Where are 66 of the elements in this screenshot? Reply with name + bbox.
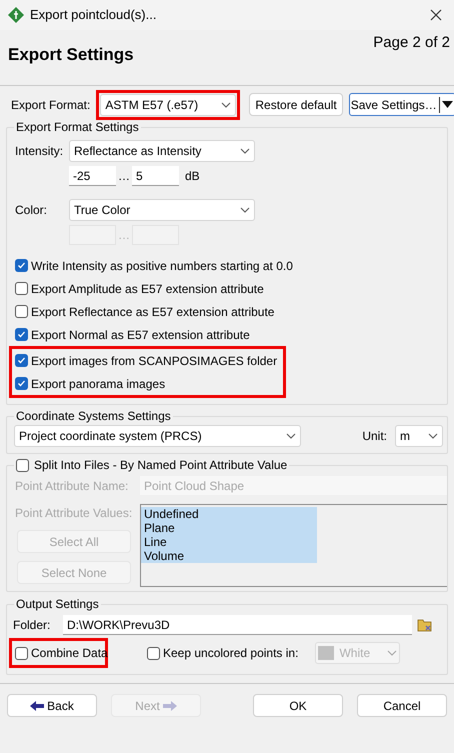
checkmark-icon xyxy=(17,330,26,339)
list-item[interactable]: Plane xyxy=(141,521,317,535)
list-item[interactable]: Line xyxy=(141,535,317,549)
checkmark-icon xyxy=(17,379,26,388)
checkbox-label: Keep uncolored points in: xyxy=(163,645,298,662)
page-indicator: Page 2 of 2 xyxy=(373,33,450,53)
page-title: Export Settings xyxy=(8,44,134,66)
checkbox-label: Split Into Files - By Named Point Attribute Value xyxy=(34,457,288,474)
field-label: Color: xyxy=(15,202,48,219)
checkbox[interactable] xyxy=(15,377,28,390)
checkmark-icon xyxy=(17,261,26,270)
chevron-icon xyxy=(221,102,232,108)
chevron-icon xyxy=(286,433,296,439)
chevron-icon xyxy=(387,650,398,656)
checkbox[interactable] xyxy=(16,458,29,472)
dropdown[interactable]: m xyxy=(395,425,443,447)
checkbox-label: Write Intensity as positive numbers starting at 0.0 xyxy=(31,258,293,274)
checkbox[interactable] xyxy=(15,328,28,341)
field-label: Folder: xyxy=(13,617,52,634)
folder-icon[interactable] xyxy=(417,618,433,632)
checkmark-icon xyxy=(17,356,26,365)
checkbox-label: Export Amplitude as E57 extension attribute xyxy=(31,280,264,298)
checkbox[interactable] xyxy=(15,259,28,272)
field-label: Unit: xyxy=(362,428,387,445)
right-arrow-icon xyxy=(162,700,177,710)
list-item[interactable]: Undefined xyxy=(141,507,317,521)
close-icon[interactable] xyxy=(430,9,442,21)
checkbox[interactable] xyxy=(147,646,160,660)
list-item[interactable]: Volume xyxy=(141,549,317,563)
range-separator: … xyxy=(117,227,131,244)
button[interactable]: Restore default xyxy=(249,93,343,116)
field-label: Point Attribute Values: xyxy=(15,505,134,522)
checkbox-label: Export panorama images xyxy=(31,376,166,392)
checkbox[interactable] xyxy=(15,305,28,318)
dropdown[interactable]: Reflectance as Intensity xyxy=(69,140,255,162)
checkbox-label: Export Normal as E57 extension attribute xyxy=(31,326,250,344)
checkbox-label: Export images from SCANPOSIMAGES folder xyxy=(31,352,278,370)
input-field[interactable]: D:\WORK\Prevu3D xyxy=(63,615,412,635)
checkbox[interactable] xyxy=(15,646,28,660)
button[interactable]: Cancel xyxy=(357,694,447,717)
checkbox[interactable] xyxy=(15,354,28,367)
checkbox-label: Export Reflectance as E57 extension attribute xyxy=(31,304,274,320)
checkbox[interactable] xyxy=(15,282,28,295)
unit-label: dB xyxy=(185,168,200,185)
button[interactable]: Back xyxy=(7,694,97,717)
button[interactable]: OK xyxy=(253,694,343,717)
group-title: Output Settings xyxy=(16,597,99,611)
input-field[interactable]: 5 xyxy=(132,166,179,186)
input-field[interactable]: -25 xyxy=(69,166,116,186)
chevron-icon xyxy=(240,207,250,213)
chevron-icon xyxy=(428,433,438,439)
left-arrow-icon xyxy=(30,700,44,710)
field-label: Point Attribute Name: xyxy=(15,478,130,494)
field-label: Intensity: xyxy=(15,143,64,160)
group-title: Coordinate Systems Settings xyxy=(16,409,171,423)
app-icon xyxy=(8,7,24,23)
range-separator: … xyxy=(117,168,131,185)
field-label: Export Format: xyxy=(11,96,90,114)
split-button[interactable]: Save Settings… xyxy=(348,93,454,116)
caret-icon xyxy=(440,101,454,108)
window-title: Export pointcloud(s)... xyxy=(30,6,156,24)
chevron-icon xyxy=(240,148,250,154)
group-title: Export Format Settings xyxy=(16,120,139,134)
dropdown[interactable]: ASTM E57 (.e57) xyxy=(100,94,236,116)
list-box[interactable]: Undefined Plane Line Volume xyxy=(140,504,447,587)
dropdown[interactable]: Project coordinate system (PRCS) xyxy=(14,425,301,447)
